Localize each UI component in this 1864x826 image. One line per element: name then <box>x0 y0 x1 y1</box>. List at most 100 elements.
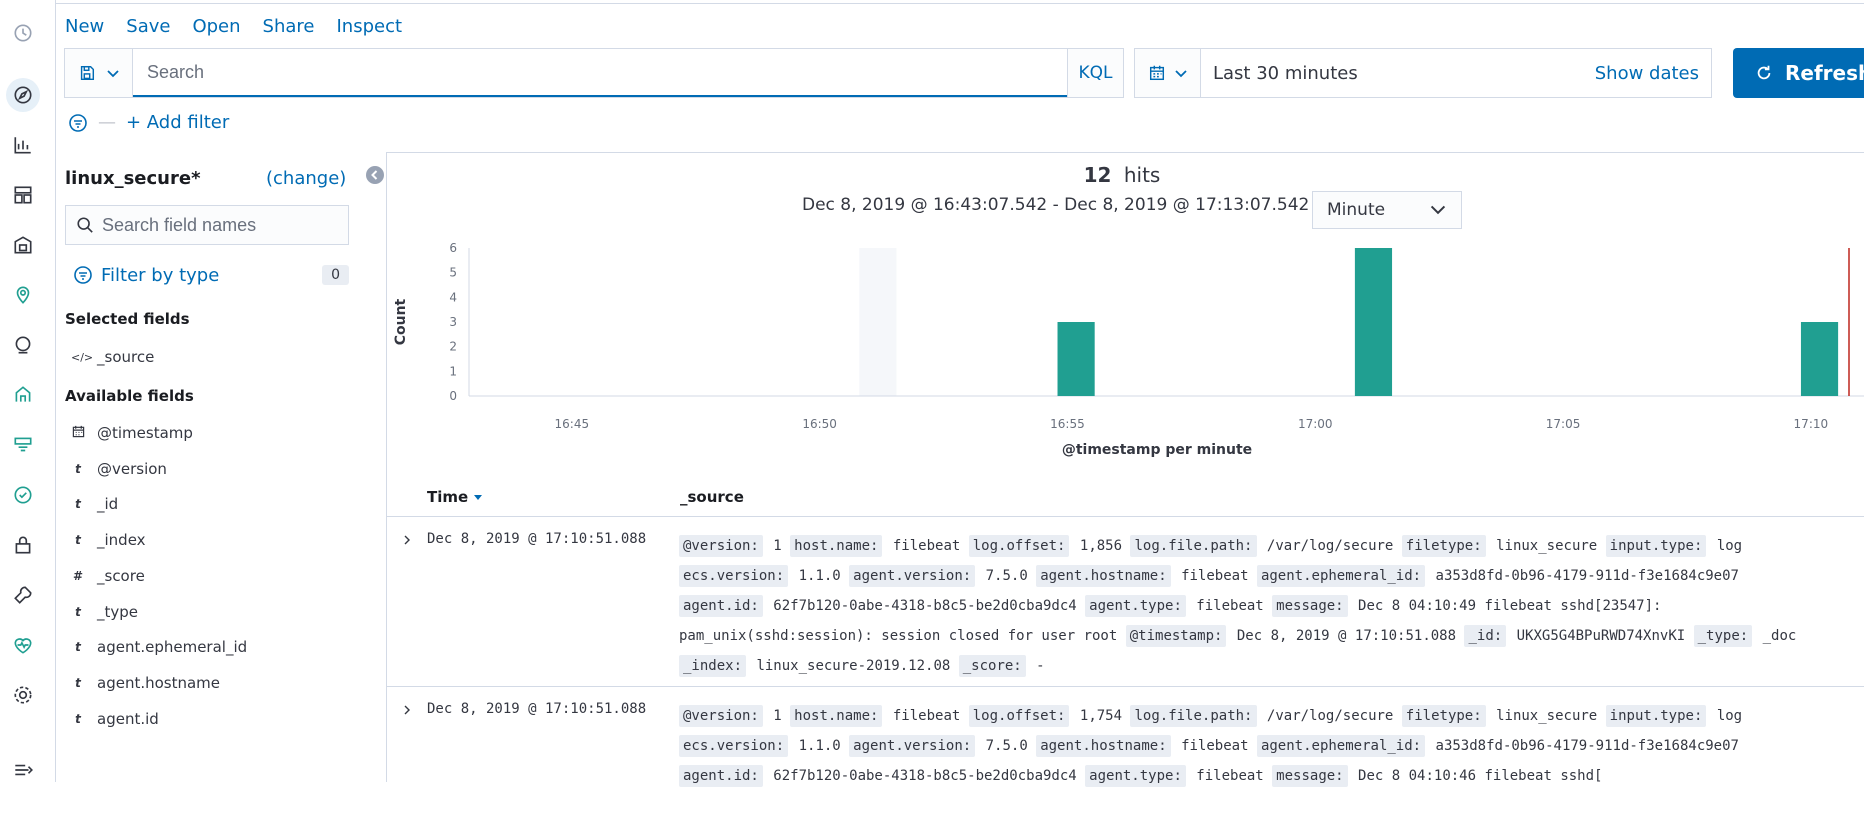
saved-query-button[interactable] <box>65 49 133 97</box>
source-field-key: log.offset: <box>968 705 1070 727</box>
refresh-button[interactable]: Refresh <box>1733 48 1864 98</box>
source-line: pam_unix(sshd:session): session closed f… <box>679 621 1864 651</box>
date-range-text[interactable]: Last 30 minutes <box>1201 49 1595 97</box>
field-item-index[interactable]: t _index <box>71 525 145 555</box>
refresh-label: Refresh <box>1785 61 1864 85</box>
field-item-timestamp[interactable]: @timestamp <box>71 418 193 448</box>
source-field-key: log.file.path: <box>1130 535 1257 557</box>
field-item-id[interactable]: t _id <box>71 489 118 519</box>
source-field-key: ecs.version: <box>679 735 789 757</box>
source-field-value: 1 <box>764 538 791 554</box>
time-column-header[interactable]: Time <box>427 488 483 506</box>
recently-viewed-icon[interactable] <box>10 20 36 46</box>
interval-select[interactable]: Minute <box>1312 191 1462 229</box>
source-field-value: log <box>1708 708 1743 724</box>
source-line: ecs.version: 1.1.0 agent.version: 7.5.0 … <box>679 731 1864 761</box>
dashboard-icon[interactable] <box>10 182 36 208</box>
date-picker: Last 30 minutes Show dates <box>1134 48 1712 98</box>
field-search-input[interactable] <box>94 214 334 236</box>
quick-select-button[interactable] <box>1135 49 1201 97</box>
expand-row-icon[interactable] <box>401 531 415 545</box>
calendar-icon <box>1149 65 1164 81</box>
field-name: @version <box>97 459 167 478</box>
code-icon: </> <box>71 350 94 364</box>
management-icon[interactable] <box>10 682 36 708</box>
new-button[interactable]: New <box>65 16 104 37</box>
query-bar: KQL <box>64 48 1124 98</box>
inspect-button[interactable]: Inspect <box>336 16 402 37</box>
y-tick-label: 1 <box>449 364 457 378</box>
table-row[interactable]: Dec 8, 2019 @ 17:10:51.088 @version: 1 ho… <box>387 686 1864 826</box>
discover-icon[interactable] <box>6 78 40 112</box>
visualize-icon[interactable] <box>10 132 36 158</box>
source-field-value: linux_secure <box>1487 708 1606 724</box>
apm-icon[interactable] <box>10 482 36 508</box>
chevron-down-icon <box>106 70 119 78</box>
source-field-key: agent.id: <box>679 765 763 787</box>
source-field-value: /var/log/secure <box>1258 708 1402 724</box>
source-field-key: agent.hostname: <box>1036 735 1171 757</box>
kql-toggle[interactable]: KQL <box>1067 49 1123 97</box>
siem-icon[interactable] <box>10 532 36 558</box>
field-name: agent.ephemeral_id <box>97 638 248 657</box>
source-line: agent.id: 62f7b120-0abe-4318-b8c5-be2d0c… <box>679 761 1864 791</box>
filter-by-type-button[interactable]: Filter by type 0 <box>65 258 349 292</box>
source-field-value: filebeat <box>884 538 969 554</box>
source-field-key: message: <box>1272 765 1348 787</box>
share-button[interactable]: Share <box>263 16 315 37</box>
filter-options-icon[interactable] <box>68 113 88 133</box>
source-field-value: linux_secure <box>1487 538 1606 554</box>
source-field-key: message: <box>1272 595 1348 617</box>
source-field-key: host.name: <box>790 705 883 727</box>
change-index-pattern-link[interactable]: (change) <box>266 168 346 189</box>
field-sidebar: linux_secure* (change) Filter by type 0 … <box>56 160 384 782</box>
source-field-key: agent.id: <box>679 595 763 617</box>
field-item-version[interactable]: t @version <box>71 454 167 484</box>
field-item-score[interactable]: # _score <box>71 561 145 591</box>
x-tick-label: 16:45 <box>555 417 590 431</box>
source-field-value: filebeat <box>1187 598 1273 614</box>
stack-monitoring-icon[interactable] <box>10 632 36 658</box>
source-field-value: 1.1.0 <box>790 738 850 754</box>
show-dates-button[interactable]: Show dates <box>1594 49 1711 97</box>
filter-by-type-label: Filter by type <box>101 264 220 286</box>
string-type-icon: t <box>75 675 81 690</box>
source-field-value: Dec 8 04:10:49 filebeat sshd[23547]: <box>1349 598 1662 614</box>
source-line: agent.id: 62f7b120-0abe-4318-b8c5-be2d0c… <box>679 591 1864 621</box>
refresh-icon <box>1757 65 1771 80</box>
source-field-value: log <box>1708 538 1743 554</box>
infrastructure-icon[interactable] <box>10 382 36 408</box>
field-item-agent-id[interactable]: t agent.id <box>71 704 159 734</box>
header-border <box>56 0 1864 4</box>
add-filter-button[interactable]: + Add filter <box>126 112 229 133</box>
chevron-down-icon <box>1430 205 1446 215</box>
open-button[interactable]: Open <box>192 16 240 37</box>
collapse-sidebar-icon[interactable] <box>366 166 384 184</box>
source-field-value: 62f7b120-0abe-4318-b8c5-be2d0cba9dc4 <box>764 598 1086 614</box>
collapse-nav-icon[interactable] <box>10 757 36 783</box>
expand-row-icon[interactable] <box>401 701 415 715</box>
filter-icon <box>74 266 92 284</box>
canvas-icon[interactable] <box>10 232 36 258</box>
table-row[interactable]: Dec 8, 2019 @ 17:10:51.088 @version: 1 ho… <box>387 516 1864 686</box>
source-field-value: 7.5.0 <box>977 568 1037 584</box>
y-tick-label: 2 <box>449 340 457 354</box>
field-item-type[interactable]: t _type <box>71 597 138 627</box>
field-item-agent-hostname[interactable]: t agent.hostname <box>71 668 220 698</box>
search-field <box>133 49 1067 97</box>
save-button[interactable]: Save <box>126 16 170 37</box>
machine-learning-icon[interactable] <box>10 332 36 358</box>
filter-count-badge: 0 <box>322 265 349 285</box>
x-tick-label: 17:00 <box>1298 417 1333 431</box>
dev-tools-icon[interactable] <box>10 582 36 608</box>
maps-icon[interactable] <box>10 282 36 308</box>
field-item-source[interactable]: </> _source <box>71 342 154 372</box>
source-field-value: UKXG5G4BPuRWD74XnvKI <box>1508 628 1694 644</box>
y-tick-label: 6 <box>449 241 457 255</box>
logs-icon[interactable] <box>10 432 36 458</box>
source-field-value: 7.5.0 <box>977 738 1037 754</box>
source-field-value: a353d8fd-0b96-4179-911d-f3e1684c9e07 <box>1427 568 1739 584</box>
search-input[interactable] <box>133 49 1067 95</box>
field-item-agent-ephemeral-id[interactable]: t agent.ephemeral_id <box>71 632 247 662</box>
filter-separator: — <box>98 112 116 133</box>
